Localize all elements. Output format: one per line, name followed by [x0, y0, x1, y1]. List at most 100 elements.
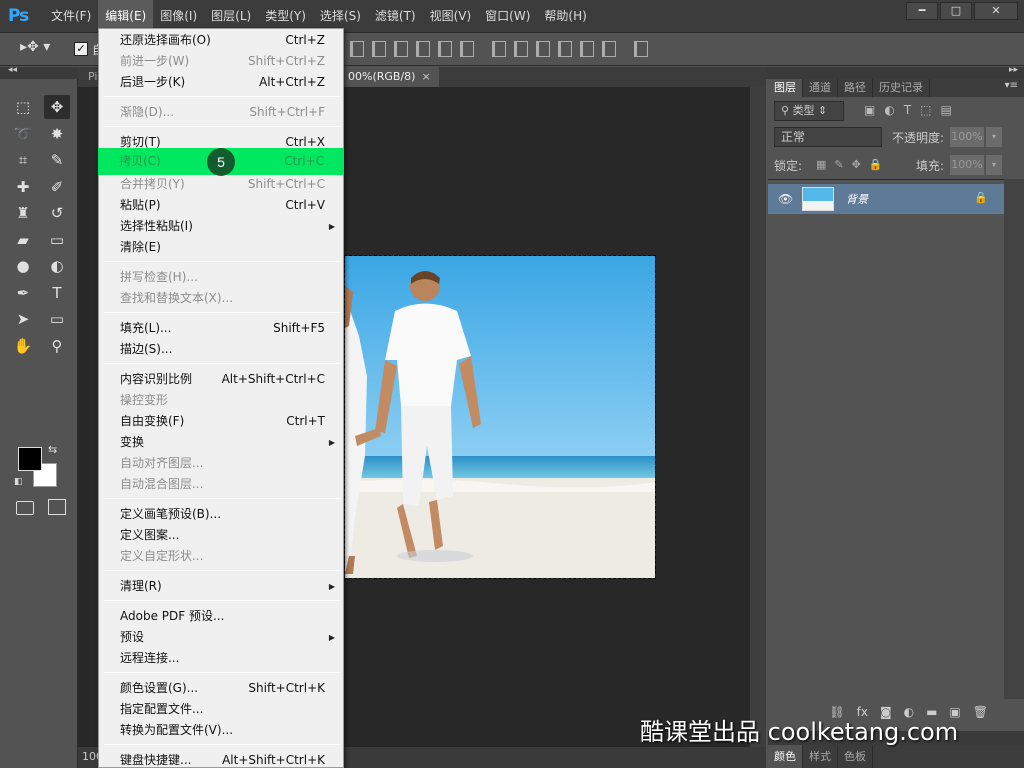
edit-define-pattern-item[interactable]: 定义图案... — [101, 525, 341, 546]
path-selection-tool-icon[interactable]: ➤ — [10, 307, 36, 331]
layer-filter-select[interactable]: ⚲ 类型 ⇕ — [774, 101, 844, 121]
clone-stamp-tool-icon[interactable]: ♜ — [10, 201, 36, 225]
align-vcenter-icon[interactable] — [372, 41, 386, 57]
tab-layers[interactable]: 图层 — [768, 79, 803, 97]
zoom-tool-icon[interactable]: ⚲ — [44, 334, 70, 358]
distribute-vcenter-icon[interactable] — [514, 41, 528, 57]
edit-presets-item[interactable]: 预设 ▶ — [101, 627, 341, 648]
edit-free-transform-item[interactable]: 自由变换(F) Ctrl+T — [101, 411, 341, 432]
edit-auto-blend-item[interactable]: 自动混合图层... — [101, 474, 341, 495]
auto-align-layers-icon[interactable] — [634, 41, 648, 57]
align-left-icon[interactable] — [416, 41, 430, 57]
edit-convert-profile-item[interactable]: 转换为配置文件(V)... — [101, 720, 341, 741]
healing-brush-tool-icon[interactable]: ✚ — [10, 175, 36, 199]
edit-color-settings-item[interactable]: 颜色设置(G)... Shift+Ctrl+K — [101, 678, 341, 699]
edit-keyboard-shortcuts-item[interactable]: 键盘快捷键... Alt+Shift+Ctrl+K — [101, 750, 341, 768]
lock-position-icon[interactable]: ✥ — [852, 158, 861, 171]
menu-view[interactable]: 视图(V) — [423, 0, 479, 32]
crop-tool-icon[interactable]: ⌗ — [10, 148, 36, 172]
edit-step-forward-item[interactable]: 前进一步(W) Shift+Ctrl+Z — [101, 51, 341, 72]
marquee-tool-icon[interactable]: ⬚ — [10, 95, 36, 119]
opacity-dropdown-icon[interactable]: ▾ — [986, 127, 1002, 147]
default-colors-icon[interactable]: ◧ — [14, 477, 23, 487]
edit-paste-special-item[interactable]: 选择性粘贴(I) ▶ — [101, 216, 341, 237]
screen-mode-icon[interactable] — [48, 499, 66, 515]
edit-purge-item[interactable]: 清理(R) ▶ — [101, 576, 341, 597]
edit-undo-item[interactable]: 还原选择画布(O) Ctrl+Z — [101, 30, 341, 51]
align-hcenter-icon[interactable] — [438, 41, 452, 57]
adjustment-filter-icon[interactable]: ◐ — [884, 103, 894, 117]
tab-history[interactable]: 历史记录 — [873, 79, 930, 97]
align-top-icon[interactable] — [350, 41, 364, 57]
tab-color[interactable]: 颜色 — [768, 745, 803, 768]
edit-spell-check-item[interactable]: 拼写检查(H)... — [101, 267, 341, 288]
edit-find-replace-item[interactable]: 查找和替换文本(X)... — [101, 288, 341, 309]
edit-content-aware-scale-item[interactable]: 内容识别比例 Alt+Shift+Ctrl+C — [101, 369, 341, 390]
canvas-scrollbar[interactable] — [750, 87, 766, 747]
fill-field[interactable]: 100% — [950, 155, 984, 175]
distribute-top-icon[interactable] — [492, 41, 506, 57]
fill-dropdown-icon[interactable]: ▾ — [986, 155, 1002, 175]
edit-fill-item[interactable]: 填充(L)... Shift+F5 — [101, 318, 341, 339]
quick-mask-icon[interactable] — [16, 501, 34, 515]
close-button[interactable]: ✕ — [974, 2, 1018, 20]
brush-tool-icon[interactable]: ✐ — [44, 175, 70, 199]
maximize-button[interactable]: □ — [940, 2, 972, 20]
edit-assign-profile-item[interactable]: 指定配置文件... — [101, 699, 341, 720]
pen-tool-icon[interactable]: ✒ — [10, 281, 36, 305]
foreground-color-swatch[interactable] — [18, 447, 42, 471]
rectangle-tool-icon[interactable]: ▭ — [44, 307, 70, 331]
collapse-toolbar-icon[interactable]: ◂◂ — [8, 65, 17, 75]
panel-menu-icon[interactable]: ▾≡ — [1005, 80, 1018, 91]
minimize-button[interactable]: ━ — [906, 2, 938, 20]
auto-select-checkbox[interactable]: ✓ — [74, 42, 88, 56]
distribute-right-icon[interactable] — [602, 41, 616, 57]
edit-remote-connections-item[interactable]: 远程连接... — [101, 648, 341, 669]
edit-transform-item[interactable]: 变换 ▶ — [101, 432, 341, 453]
layers-scrollbar[interactable] — [1004, 179, 1024, 699]
edit-define-brush-item[interactable]: 定义画笔预设(B)... — [101, 504, 341, 525]
move-tool-icon[interactable]: ✥ — [44, 95, 70, 119]
menu-window[interactable]: 窗口(W) — [478, 0, 537, 32]
history-brush-tool-icon[interactable]: ↺ — [44, 201, 70, 225]
blur-tool-icon[interactable]: ● — [10, 254, 36, 278]
lasso-tool-icon[interactable]: ➰ — [10, 122, 36, 146]
layer-row-background[interactable]: 👁 背景 🔒 — [768, 184, 1004, 214]
beach-photo[interactable] — [344, 255, 656, 579]
edit-puppet-warp-item[interactable]: 操控变形 — [101, 390, 341, 411]
lock-image-icon[interactable]: ✎ — [834, 158, 843, 171]
distribute-left-icon[interactable] — [558, 41, 572, 57]
magic-wand-tool-icon[interactable]: ✸ — [44, 122, 70, 146]
pixel-filter-icon[interactable]: ▣ — [864, 103, 875, 117]
edit-copy-merged-item[interactable]: 合并拷贝(Y) Shift+Ctrl+C — [101, 174, 341, 195]
close-tab-icon[interactable]: × — [421, 70, 430, 83]
menu-filter[interactable]: 滤镜(T) — [368, 0, 423, 32]
align-bottom-icon[interactable] — [394, 41, 408, 57]
move-tool-preset-icon[interactable]: ▸✥ ▾ — [20, 39, 60, 61]
opacity-field[interactable]: 100% — [950, 127, 984, 147]
menu-help[interactable]: 帮助(H) — [537, 0, 593, 32]
distribute-bottom-icon[interactable] — [536, 41, 550, 57]
edit-paste-item[interactable]: 粘贴(P) Ctrl+V — [101, 195, 341, 216]
visibility-eye-icon[interactable]: 👁 — [778, 192, 793, 206]
type-filter-icon[interactable]: T — [904, 103, 911, 117]
blend-mode-select[interactable]: 正常 — [774, 127, 882, 147]
edit-stroke-item[interactable]: 描边(S)... — [101, 339, 341, 360]
menu-file[interactable]: 文件(F) — [44, 0, 98, 32]
tab-styles[interactable]: 样式 — [803, 745, 838, 768]
delete-layer-icon[interactable]: 🗑 — [973, 705, 988, 725]
document-tab-active[interactable]: 00%(RGB/8) × — [340, 67, 439, 87]
edit-fade-item[interactable]: 渐隐(D)... Shift+Ctrl+F — [101, 102, 341, 123]
gradient-tool-icon[interactable]: ▭ — [44, 228, 70, 252]
tab-swatches[interactable]: 色板 — [838, 745, 873, 768]
edit-define-shape-item[interactable]: 定义自定形状... — [101, 546, 341, 567]
lock-all-icon[interactable]: 🔒 — [869, 158, 883, 171]
smart-object-filter-icon[interactable]: ▤ — [941, 103, 952, 117]
eyedropper-tool-icon[interactable]: ✎ — [44, 148, 70, 172]
edit-auto-align-item[interactable]: 自动对齐图层... — [101, 453, 341, 474]
distribute-hcenter-icon[interactable] — [580, 41, 594, 57]
collapse-panels-icon[interactable]: ▸▸ — [1009, 65, 1018, 75]
eraser-tool-icon[interactable]: ▰ — [10, 228, 36, 252]
lock-transparent-icon[interactable]: ▦ — [816, 158, 826, 171]
edit-step-backward-item[interactable]: 后退一步(K) Alt+Ctrl+Z — [101, 72, 341, 93]
